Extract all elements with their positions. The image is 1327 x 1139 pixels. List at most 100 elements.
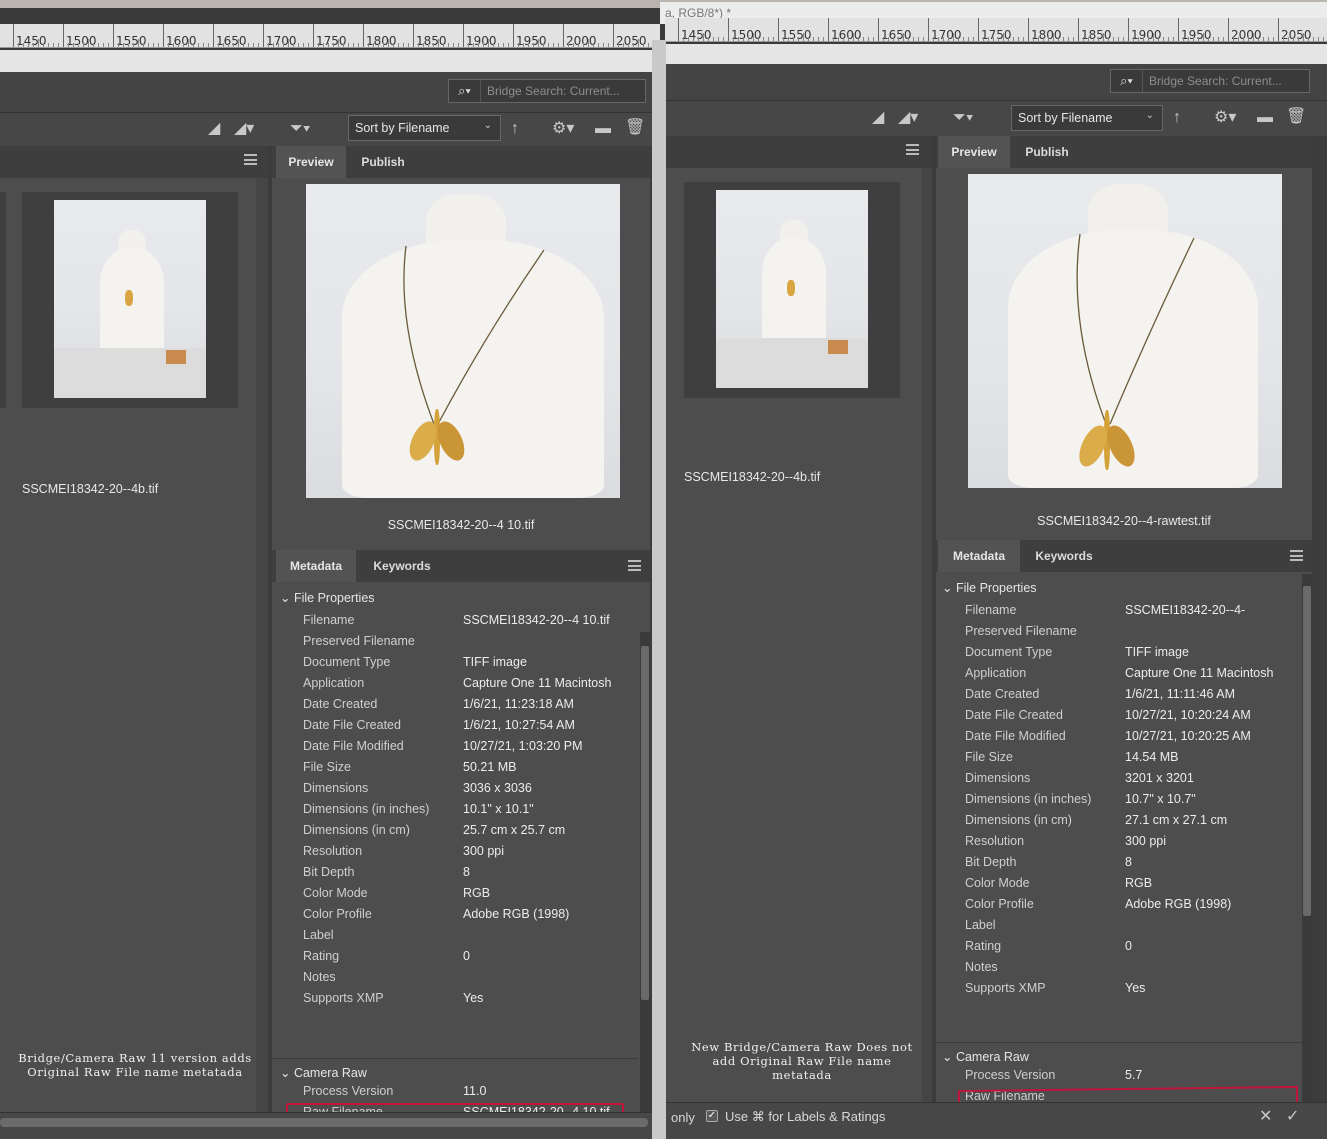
ruler-minor-tick [1043,37,1044,41]
thumbnail-cell-partial[interactable] [0,192,6,408]
checkmark-icon[interactable]: ✓ [1286,1107,1299,1127]
ruler-minor-tick [628,43,629,47]
left-metadata-panel: Metadata Keywords ⌄ File Properties File… [272,550,650,1139]
ruler-minor-tick [1048,37,1049,41]
ruler-minor-tick [883,37,884,41]
quality-icon[interactable]: ◢ [872,108,884,128]
tab-publish[interactable]: Publish [348,146,418,178]
trash-icon[interactable]: 🗑 [1286,107,1306,127]
ruler-minor-tick [923,37,924,41]
ruler-minor-tick [433,43,434,47]
sort-label: Sort by Filename [1018,111,1113,125]
ruler-minor-tick [983,37,984,41]
ruler-minor-tick [1298,37,1299,41]
preview-filename: SSCMEI18342-20--4-rawtest.tif [1037,514,1211,528]
metadata-key: Label [965,918,996,932]
ruler-minor-tick [723,37,724,41]
camera-raw-header[interactable]: ⌄ Camera Raw [280,1065,367,1080]
ruler-minor-tick [838,37,839,41]
quality-icon[interactable]: ◢ [208,119,220,139]
ruler-minor-tick [1313,37,1314,41]
content-tabbar [0,146,268,178]
ruler-tick-label: 1700 [928,18,962,42]
ruler-minor-tick [148,43,149,47]
ruler-minor-tick [1183,37,1184,41]
close-icon[interactable]: ✕ [1259,1107,1272,1127]
left-sort-dropdown[interactable]: Sort by Filename ⌄ [348,115,501,141]
thumbnail-cell[interactable] [684,182,900,398]
metadata-key: Resolution [965,834,1025,848]
trash-icon[interactable]: 🗑 [625,118,645,138]
metadata-value: 10.1" x 10.1" [463,802,534,816]
tab-publish[interactable]: Publish [1012,136,1082,168]
ruler-minor-tick [523,43,524,47]
ruler-minor-tick [798,37,799,41]
tab-keywords[interactable]: Keywords [358,550,446,582]
sort-direction-icon[interactable]: ↑ [1173,108,1181,128]
camera-raw-header[interactable]: ⌄ Camera Raw [942,1049,1029,1064]
right-search-box[interactable]: ⌕▾ Bridge Search: Current... [1110,69,1310,93]
thumbnail-quality-icon[interactable]: ◢▾ [234,119,254,139]
panel-menu-icon[interactable] [906,144,919,155]
left-search-box[interactable]: ⌕▾ Bridge Search: Current... [448,79,646,103]
thumbnail-quality-icon[interactable]: ◢▾ [898,108,918,128]
scroll-thumb[interactable] [641,646,649,1000]
ruler-minor-tick [298,43,299,47]
ruler-minor-tick [1098,37,1099,41]
metadata-key: Rating [965,939,1002,953]
metadata-key: Date Created [965,687,1040,701]
scroll-thumb[interactable] [1303,586,1311,916]
metadata-row: Document Type TIFF image [934,645,1300,666]
ruler-minor-tick [623,43,624,47]
panel-menu-icon[interactable] [244,154,257,165]
ruler-minor-tick [1058,37,1059,41]
ruler-minor-tick [1238,37,1239,41]
right-content-panel: SSCMEI18342-20--4b.tif [666,136,930,1102]
horizontal-scrollbar[interactable] [0,1118,648,1127]
ruler-minor-tick [468,43,469,47]
tab-preview[interactable]: Preview [276,146,346,178]
metadata-scrollbar[interactable] [1302,574,1312,1102]
sort-direction-icon[interactable]: ↑ [511,119,519,139]
tab-metadata[interactable]: Metadata [276,550,356,582]
content-scrollbar[interactable] [256,178,268,1112]
metadata-menu-icon[interactable] [628,560,641,571]
new-folder-icon[interactable]: ▬ [1257,108,1273,128]
search-icon[interactable]: ⌕▾ [449,80,481,102]
preview-image[interactable] [306,184,620,498]
file-properties-header[interactable]: ⌄ File Properties [280,590,375,605]
file-properties-header[interactable]: ⌄ File Properties [942,580,1037,595]
metadata-menu-icon[interactable] [1290,550,1303,561]
preview-image[interactable] [968,174,1282,488]
recent-files-icon[interactable]: ⚙▾ [1214,108,1236,128]
ruler-minor-tick [1148,37,1149,41]
recent-files-icon[interactable]: ⚙▾ [552,119,574,139]
pendant [787,280,795,296]
search-icon[interactable]: ⌕▾ [1111,70,1143,92]
new-folder-icon[interactable]: ▬ [595,119,611,139]
tab-keywords[interactable]: Keywords [1022,540,1106,572]
content-scrollbar[interactable] [922,168,932,1102]
ruler-minor-tick [1038,37,1039,41]
tab-preview[interactable]: Preview [938,136,1010,168]
metadata-row: Color Profile Adobe RGB (1998) [272,907,638,928]
right-sort-dropdown[interactable]: Sort by Filename ⌄ [1011,105,1163,131]
tab-metadata[interactable]: Metadata [938,540,1020,572]
thumbnail-image[interactable] [716,190,868,388]
ruler-minor-tick [783,37,784,41]
metadata-scrollbar[interactable] [640,632,650,1112]
thumbnail-cell[interactable] [22,192,238,408]
ruler-minor-tick [503,43,504,47]
ruler-tick-label: 1550 [778,18,812,42]
ruler-minor-tick [953,33,954,41]
metadata-key: Color Mode [303,886,368,900]
labels-checkbox[interactable]: ✓ [706,1110,718,1122]
ruler-minor-tick [1173,37,1174,41]
ruler-minor-tick [388,39,389,47]
metadata-value: TIFF image [463,655,527,669]
filter-icon[interactable]: ⏷▾ [290,119,311,139]
ruler-minor-tick [328,43,329,47]
filter-icon[interactable]: ⏷▾ [953,108,974,128]
thumbnail-image[interactable] [54,200,206,398]
ruler-minor-tick [33,43,34,47]
